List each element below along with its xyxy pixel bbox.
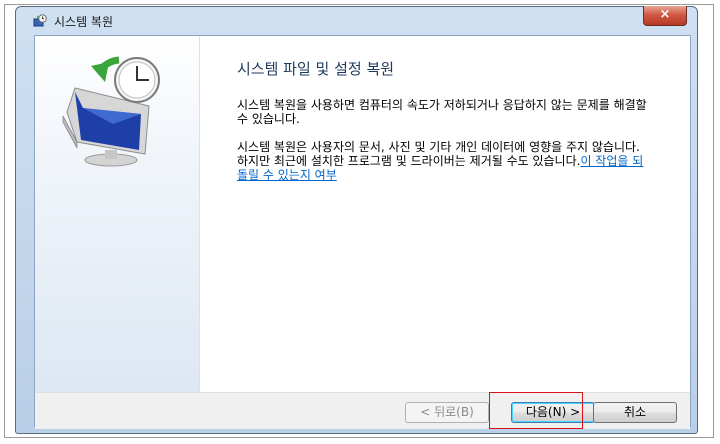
window-title: 시스템 복원 <box>54 15 114 29</box>
close-button[interactable]: × <box>643 6 687 26</box>
close-icon: × <box>659 7 671 22</box>
description-paragraph-1: 시스템 복원을 사용하면 컴퓨터의 속도가 저하되거나 응답하지 않는 문제를 … <box>237 98 647 126</box>
back-button[interactable]: < 뒤로(B) <box>405 402 489 423</box>
title-bar[interactable]: 시스템 복원 × <box>16 6 697 35</box>
next-button-highlight <box>489 392 583 429</box>
wizard-side-panel <box>35 36 200 392</box>
system-restore-icon <box>33 14 47 27</box>
system-restore-window: 시스템 복원 × 시스템 파일 및 설정 복원 시스템 복원을 사용하면 컴퓨터… <box>15 6 698 434</box>
button-bar: < 뒤로(B) 다음(N) > 취소 <box>35 392 690 429</box>
restore-monitor-clock-icon <box>62 56 160 167</box>
page-heading: 시스템 파일 및 설정 복원 <box>237 60 395 78</box>
cancel-button[interactable]: 취소 <box>593 402 677 423</box>
wizard-client-area: 시스템 파일 및 설정 복원 시스템 복원을 사용하면 컴퓨터의 속도가 저하되… <box>34 35 691 429</box>
description-paragraph-2: 시스템 복원은 사용자의 문서, 사진 및 기타 개인 데이터에 영향을 주지 … <box>237 140 652 182</box>
